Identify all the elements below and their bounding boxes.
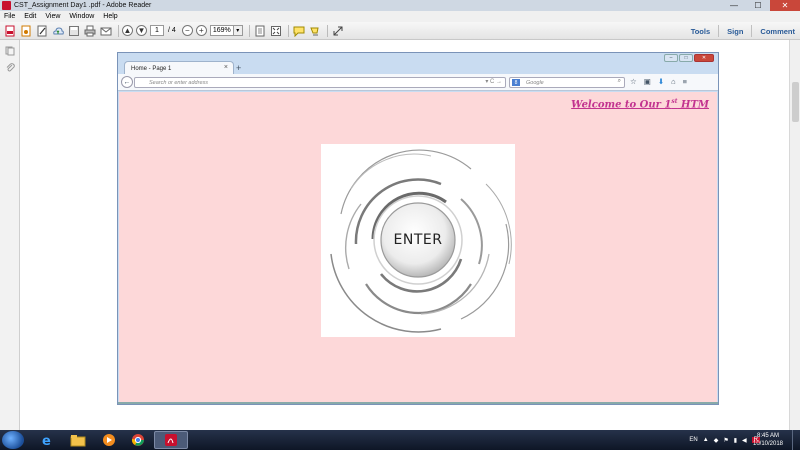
reload-go-icon: ▾ C → — [485, 79, 502, 85]
menu-file[interactable]: File — [4, 13, 15, 20]
chrome-icon[interactable] — [124, 431, 152, 449]
bookmarks-list-icon: ▣ — [643, 77, 651, 86]
browser-search-bar: 8 Google ⌕ — [509, 77, 625, 88]
navigation-pane — [0, 40, 20, 430]
show-desktop-button[interactable] — [792, 430, 800, 450]
menu-view[interactable]: View — [45, 13, 60, 20]
highlight-icon[interactable] — [308, 24, 322, 38]
browser-maximize-icon: □ — [679, 54, 693, 62]
email-icon[interactable] — [99, 24, 113, 38]
comment-link[interactable]: Comment — [760, 27, 795, 36]
search-placeholder: Google — [526, 79, 544, 86]
sign-link[interactable]: Sign — [727, 27, 743, 36]
menu-icon: ≡ — [682, 77, 688, 86]
new-tab-icon: + — [236, 63, 242, 73]
previous-page-icon[interactable]: ▲ — [122, 25, 133, 36]
welcome-text: Welcome to Our 1 — [571, 99, 672, 111]
toolbar-separator — [118, 24, 119, 37]
divider — [751, 25, 753, 37]
welcome-text-end: HTM — [677, 99, 709, 111]
zoom-level-input[interactable]: 169% — [209, 25, 234, 36]
expand-icon[interactable] — [331, 24, 345, 38]
downloads-icon: ⬇ — [657, 77, 665, 86]
edit-pdf-icon[interactable] — [35, 24, 49, 38]
menu-edit[interactable]: Edit — [24, 13, 36, 20]
right-tool-links: Tools Sign Comment — [691, 22, 795, 40]
toolbar-separator — [326, 24, 328, 37]
page-number-input[interactable]: 1 — [150, 25, 164, 36]
minimize-button[interactable]: — — [722, 0, 746, 11]
back-icon: ← — [121, 76, 133, 88]
dropbox-icon[interactable]: ◆ — [714, 437, 719, 444]
clock[interactable]: 8:45 AM 10/10/2018 — [748, 432, 788, 448]
svg-text:e: e — [42, 434, 51, 447]
media-player-icon[interactable] — [95, 431, 123, 449]
language-indicator[interactable]: EN — [689, 437, 697, 443]
close-button[interactable]: ✕ — [770, 0, 800, 11]
window-title: CST_Assignment Day1 .pdf - Adobe Reader — [14, 2, 152, 9]
volume-icon[interactable]: ◀ — [742, 437, 747, 444]
scrolling-mode-icon[interactable] — [253, 24, 267, 38]
attachments-icon[interactable] — [4, 61, 15, 72]
zoom-dropdown-icon[interactable]: ▾ — [233, 25, 243, 36]
cloud-upload-icon[interactable] — [51, 24, 65, 38]
search-engine-icon: 8 — [512, 79, 520, 86]
reader-toolbar: ▲ ▼ 1 / 4 − + 169% ▾ Tools Sign Comment — [0, 22, 800, 40]
toolbar-separator — [248, 24, 250, 37]
zoom-in-icon[interactable]: + — [195, 25, 207, 36]
save-icon[interactable] — [67, 24, 81, 38]
adobe-reader-icon[interactable] — [154, 431, 188, 449]
address-placeholder: Search or enter address — [149, 79, 209, 86]
window-controls: — ☐ ✕ — [722, 0, 800, 11]
menu-bar: File Edit View Window Help — [0, 11, 800, 22]
fit-page-icon[interactable] — [269, 24, 283, 38]
zoom-out-icon[interactable]: − — [181, 25, 193, 36]
welcome-heading[interactable]: Welcome to Our 1st HTM — [571, 98, 709, 110]
browser-toolbar-icons: ☆ ▣ ⬇ ⌂ ≡ — [630, 77, 687, 86]
tools-link[interactable]: Tools — [691, 27, 710, 36]
ie-icon[interactable]: e — [33, 431, 61, 449]
bookmark-star-icon: ☆ — [630, 77, 637, 86]
browser-tab: Home - Page 1 × — [124, 61, 234, 75]
next-page-icon[interactable]: ▼ — [136, 25, 147, 36]
menu-window[interactable]: Window — [69, 13, 94, 20]
scrollbar-thumb[interactable] — [792, 82, 799, 122]
browser-window-controls: – □ ✕ — [664, 54, 714, 62]
enter-label: ENTER — [393, 232, 443, 248]
menu-help[interactable]: Help — [103, 13, 117, 20]
tab-close-icon: × — [223, 64, 228, 71]
create-pdf-icon[interactable] — [3, 24, 17, 38]
clock-time: 8:45 AM — [756, 433, 779, 439]
toolbar-separator — [287, 24, 289, 37]
show-hidden-icons-icon[interactable]: ▲ — [703, 437, 709, 443]
browser-close-icon: ✕ — [694, 54, 714, 62]
browser-bottom-edge — [118, 402, 718, 404]
windows-taskbar: e EN ▲ ◆ ⚑ ▮ ◀ R 8:45 AM 10/10/2018 — [0, 430, 800, 450]
reader-title-bar: CST_Assignment Day1 .pdf - Adobe Reader … — [0, 0, 800, 11]
browser-tab-title: Home - Page 1 — [131, 65, 172, 72]
embedded-browser-screenshot: – □ ✕ Home - Page 1 × + ← Search or ente… — [117, 52, 719, 405]
comment-icon[interactable] — [292, 24, 306, 38]
maximize-button[interactable]: ☐ — [746, 0, 770, 11]
flag-icon[interactable]: ⚑ — [723, 437, 728, 444]
search-icon: ⌕ — [617, 78, 621, 84]
explorer-icon[interactable] — [64, 431, 92, 449]
convert-pdf-icon[interactable] — [19, 24, 33, 38]
start-button[interactable] — [2, 431, 24, 449]
network-icon[interactable]: ▮ — [734, 437, 737, 444]
vertical-scrollbar[interactable] — [789, 40, 800, 430]
enter-button[interactable]: ENTER — [321, 144, 515, 337]
page-total: / 4 — [168, 27, 176, 34]
browser-nav-bar: ← Search or enter address ▾ C → 8 Google… — [118, 74, 718, 91]
home-icon: ⌂ — [671, 77, 676, 86]
print-icon[interactable] — [83, 24, 97, 38]
address-bar: Search or enter address ▾ C → — [134, 77, 506, 88]
divider — [718, 25, 720, 37]
clock-date: 10/10/2018 — [752, 441, 784, 447]
page-thumbnails-icon[interactable] — [4, 45, 15, 56]
web-page-content: Welcome to Our 1st HTM ENTER — [119, 92, 717, 404]
browser-minimize-icon: – — [664, 54, 678, 62]
adobe-reader-app-icon — [2, 1, 11, 10]
